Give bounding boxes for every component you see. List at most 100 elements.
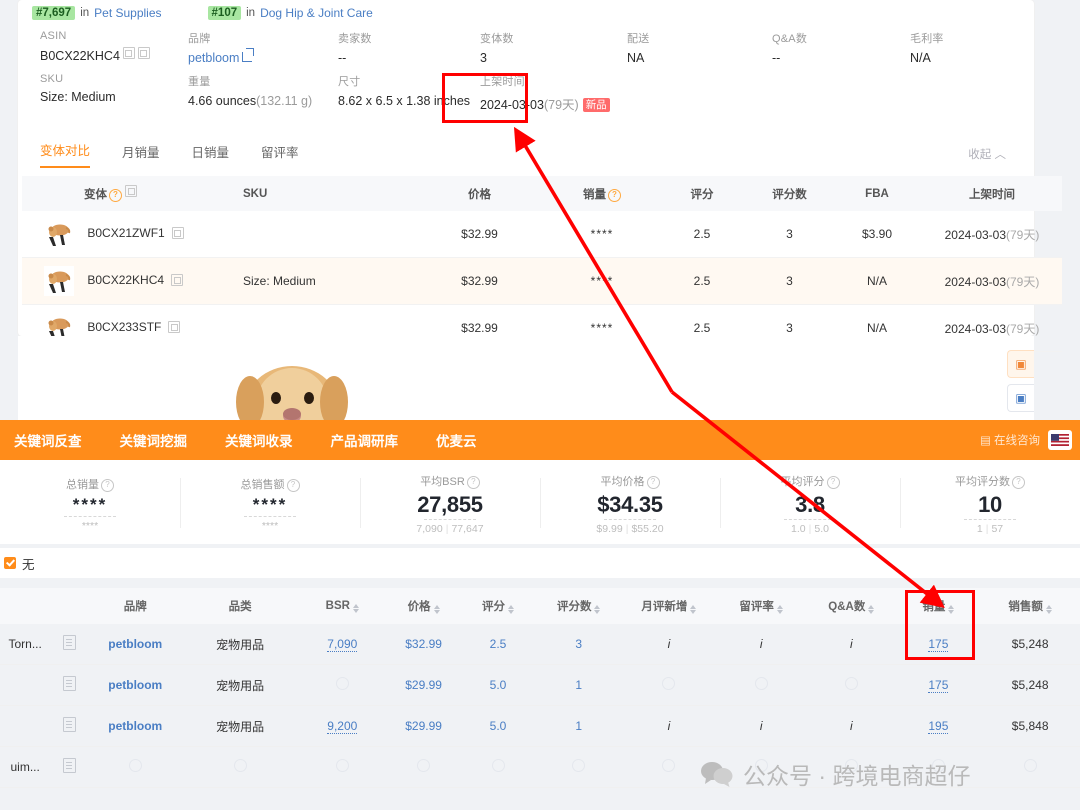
col-sku[interactable]: SKU [237, 176, 412, 211]
document-icon[interactable] [62, 717, 76, 732]
tab-daily-sales[interactable]: 日销量 [192, 142, 230, 168]
copy-icon[interactable] [171, 227, 184, 240]
collapse-button[interactable]: 收起 ︿ [968, 146, 1006, 162]
col-fba[interactable]: FBA [832, 176, 922, 211]
help-icon[interactable]: ? [286, 478, 300, 492]
table-row[interactable]: petbloom 宠物用品 9,200 $29.99 5.0 1 i i i 1… [0, 705, 1080, 747]
sales-link[interactable]: 175 [928, 637, 949, 652]
bsr-link[interactable]: 7,090 [327, 637, 358, 652]
col-brand[interactable]: 品牌 [88, 588, 183, 624]
loading-spinner-icon [335, 759, 349, 772]
col-revenue[interactable]: 销售额 [980, 588, 1080, 624]
col-sales[interactable]: 销量 [896, 588, 981, 624]
product-hero-image[interactable] [210, 344, 410, 420]
tab-review-rate[interactable]: 留评率 [261, 142, 299, 168]
external-link-icon[interactable] [242, 48, 255, 62]
rating-link[interactable]: 5.0 [490, 719, 507, 733]
col-rating[interactable]: 评分 [657, 176, 747, 211]
help-icon[interactable]: ? [466, 475, 480, 489]
help-icon[interactable]: ? [608, 188, 621, 202]
rating-link[interactable]: 2.5 [490, 637, 507, 651]
col-bsr[interactable]: BSR [297, 588, 387, 624]
row-title[interactable]: uim... [0, 746, 51, 788]
brand-link[interactable]: petbloom [188, 51, 239, 65]
copy-icon[interactable] [122, 47, 135, 59]
sort-icon[interactable] [433, 605, 440, 614]
document-icon[interactable] [62, 635, 76, 650]
product-thumbnail[interactable] [44, 219, 74, 249]
sort-icon[interactable] [690, 605, 697, 614]
attr-listing-date: 上架时间 2024-03-03(79天) 新品 [480, 73, 610, 113]
sort-icon[interactable] [776, 605, 783, 614]
price-link[interactable]: $29.99 [405, 678, 442, 692]
tab-variant-compare[interactable]: 变体对比 [40, 140, 91, 168]
rank-category-link[interactable]: Dog Hip & Joint Care [260, 6, 373, 20]
brand-link[interactable]: petbloom [108, 719, 162, 733]
price-link[interactable]: $29.99 [405, 719, 442, 733]
sort-icon[interactable] [594, 605, 601, 614]
sales-link[interactable]: 175 [928, 678, 949, 693]
col-price[interactable]: 价格 [412, 176, 547, 211]
help-icon[interactable]: ? [109, 189, 122, 202]
col-reviews[interactable]: 评分数 [535, 588, 622, 624]
float-panel-icon[interactable]: ▣ [1007, 350, 1034, 378]
help-icon[interactable]: ? [1012, 475, 1025, 489]
nav-item-keyword-index[interactable]: 关键词收录 [219, 430, 299, 450]
reviews-link[interactable]: 3 [575, 637, 582, 651]
country-flag-us[interactable] [1048, 430, 1072, 450]
table-row[interactable]: B0CX21ZWF1 $32.99 **** 2.5 3 $3.90 2024-… [22, 211, 1062, 258]
col-price[interactable]: 价格 [386, 588, 461, 624]
nav-item-keyword-reverse[interactable]: 关键词反查 [8, 430, 88, 450]
duplicate-icon[interactable] [137, 47, 150, 59]
table-row[interactable]: B0CX22KHC4 Size: Medium $32.99 **** 2.5 … [22, 257, 1062, 305]
row-detail-cell [50, 664, 89, 706]
nav-item-youmai-cloud[interactable]: 优麦云 [430, 430, 483, 450]
bsr-link[interactable]: 9,200 [327, 719, 358, 734]
help-icon[interactable]: ? [101, 478, 114, 492]
copy-icon[interactable] [125, 185, 137, 197]
row-category: 宠物用品 [182, 624, 298, 665]
rank-category-link[interactable]: Pet Supplies [94, 6, 161, 20]
col-qa-count[interactable]: Q&A数 [806, 588, 897, 624]
sort-icon[interactable] [1045, 605, 1052, 614]
sort-icon[interactable] [948, 605, 955, 614]
row-category: 宠物用品 [182, 664, 298, 706]
sort-icon[interactable] [508, 605, 514, 614]
table-row[interactable]: uim... [0, 746, 1080, 788]
col-rating[interactable]: 评分 [460, 588, 536, 624]
float-panel-secondary-icon[interactable]: ▣ [1007, 384, 1034, 412]
nav-item-product-research[interactable]: 产品调研库 [325, 430, 405, 450]
document-icon[interactable] [62, 758, 76, 773]
col-variant[interactable]: 变体? [22, 176, 237, 211]
col-monthly-new-reviews[interactable]: 月评新增 [621, 588, 717, 624]
help-icon[interactable]: ? [826, 475, 840, 489]
reviews-link[interactable]: 1 [575, 678, 582, 692]
col-reviews[interactable]: 评分数 [747, 176, 832, 211]
copy-icon[interactable] [171, 274, 184, 287]
sort-icon[interactable] [352, 603, 359, 613]
row-title[interactable]: Torn... [0, 624, 51, 665]
rating-link[interactable]: 5.0 [490, 678, 507, 692]
brand-link[interactable]: petbloom [108, 637, 162, 651]
product-thumbnail[interactable] [44, 266, 74, 296]
sort-icon[interactable] [868, 605, 875, 614]
help-icon[interactable]: ? [646, 475, 660, 489]
sales-link[interactable]: 195 [928, 719, 949, 734]
col-sales[interactable]: 销量? [547, 176, 657, 211]
col-category[interactable]: 品类 [182, 588, 298, 624]
tab-monthly-sales[interactable]: 月销量 [122, 142, 160, 168]
copy-icon[interactable] [168, 321, 181, 334]
col-listing-date[interactable]: 上架时间 [922, 176, 1062, 211]
brand-link[interactable]: petbloom [108, 678, 162, 692]
table-row[interactable]: petbloom 宠物用品 $29.99 5.0 1 175 $5,248 [0, 664, 1080, 706]
nav-item-keyword-mining[interactable]: 关键词挖掘 [114, 430, 194, 450]
col-review-rate[interactable]: 留评率 [716, 588, 807, 624]
online-chat-button[interactable]: ▤ 在线咨询 [980, 432, 1040, 448]
document-icon[interactable] [62, 676, 76, 691]
rank-item-1[interactable]: #107 in Dog Hip & Joint Care [207, 6, 373, 20]
filter-checkbox[interactable] [4, 557, 16, 569]
table-row[interactable]: Torn... petbloom 宠物用品 7,090 $32.99 2.5 3… [0, 624, 1080, 665]
reviews-link[interactable]: 1 [575, 719, 582, 733]
rank-item-0[interactable]: #7,697 in Pet Supplies [32, 6, 162, 20]
price-link[interactable]: $32.99 [405, 637, 442, 651]
